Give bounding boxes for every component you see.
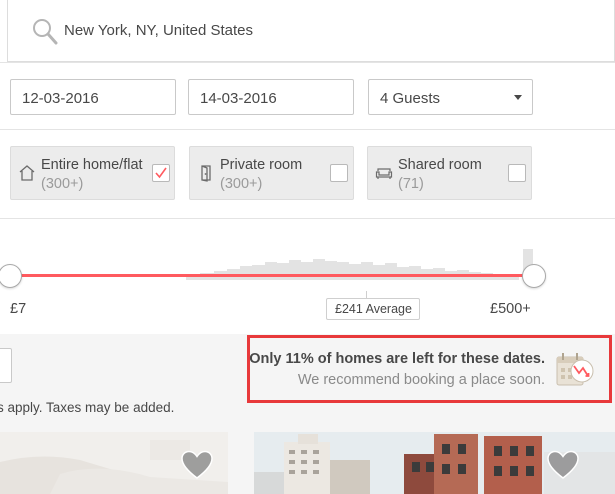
availability-notice: Only 11% of homes are left for these dat… (247, 335, 612, 403)
checkin-date-input[interactable]: 12-03-2016 (10, 79, 176, 115)
search-icon (33, 19, 58, 45)
checkout-date-input[interactable]: 14-03-2016 (188, 79, 354, 115)
room-type-count: (71) (398, 176, 424, 192)
location-input[interactable]: New York, NY, United States (64, 22, 253, 39)
chevron-down-icon (514, 95, 522, 100)
search-bar[interactable]: New York, NY, United States (7, 0, 615, 62)
price-range-fill (10, 274, 534, 277)
price-min-handle[interactable] (0, 264, 22, 288)
average-marker (366, 291, 367, 298)
pricing-disclaimer: s apply. Taxes may be added. (0, 400, 175, 415)
guests-value: 4 Guests (380, 90, 441, 107)
calendar-trend-icon (556, 353, 594, 386)
guests-select[interactable]: 4 Guests (368, 79, 533, 115)
checkmark-icon (155, 167, 167, 179)
room-type-checkbox[interactable] (330, 164, 348, 182)
notice-subtitle: We recommend booking a place soon. (297, 372, 545, 388)
room-type-private-room[interactable]: Private room (300+) (189, 146, 354, 200)
room-type-count: (300+) (41, 176, 84, 192)
partial-input[interactable] (0, 348, 12, 383)
price-max-handle[interactable] (522, 264, 546, 288)
average-price-badge: £241 Average (326, 298, 420, 320)
room-type-shared-room[interactable]: Shared room (71) (367, 146, 532, 200)
room-type-checkbox[interactable] (508, 164, 526, 182)
room-type-count: (300+) (220, 176, 263, 192)
listing-card[interactable] (0, 432, 228, 494)
room-type-label: Entire home/flat (41, 157, 143, 173)
divider (0, 129, 615, 130)
notice-title: Only 11% of homes are left for these dat… (249, 351, 545, 367)
home-icon (19, 165, 35, 181)
room-type-label: Shared room (398, 157, 482, 173)
listing-card[interactable] (254, 432, 615, 494)
room-type-label: Private room (220, 157, 303, 173)
heart-icon[interactable] (181, 450, 213, 480)
heart-icon[interactable] (547, 450, 579, 480)
door-icon (201, 165, 211, 182)
room-type-entire-home[interactable]: Entire home/flat (300+) (10, 146, 175, 200)
couch-icon (375, 168, 393, 179)
divider (0, 218, 615, 219)
price-max-label: £500+ (490, 301, 531, 317)
price-min-label: £7 (10, 301, 27, 317)
divider (0, 62, 615, 63)
room-type-checkbox[interactable] (152, 164, 170, 182)
